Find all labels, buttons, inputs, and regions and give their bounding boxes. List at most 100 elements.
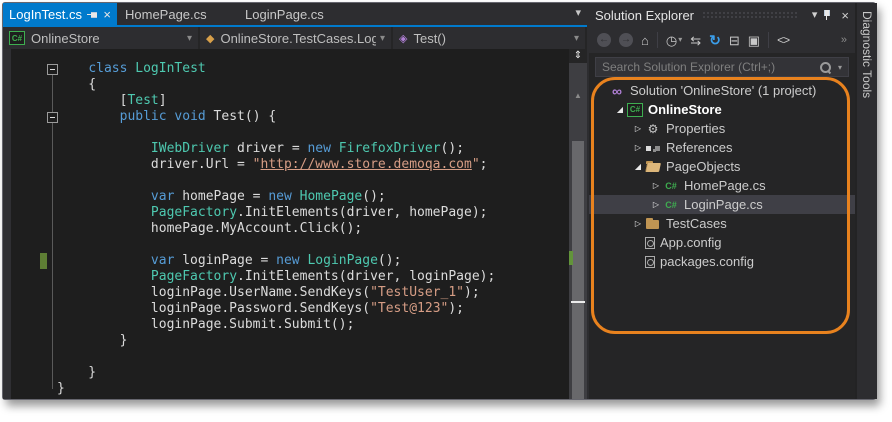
- code-line[interactable]: public void Test() {: [57, 109, 495, 125]
- code-line[interactable]: [57, 237, 495, 253]
- type-dropdown[interactable]: ◆ OnlineStore.TestCases.LogInT ▾: [200, 27, 393, 49]
- code-line[interactable]: [Test]: [57, 93, 495, 109]
- tab-homepage[interactable]: HomePage.cs: [119, 3, 243, 25]
- code-line[interactable]: {: [57, 77, 495, 93]
- panel-title: Solution Explorer: [595, 8, 694, 23]
- chevron-down-icon: ▾: [187, 33, 192, 44]
- code-editor[interactable]: class LogInTest { [Test] public void Tes…: [3, 49, 587, 399]
- solution-icon: ∞: [609, 83, 625, 99]
- code-line[interactable]: }: [57, 381, 495, 397]
- chevron-expanded-icon[interactable]: ◢: [613, 105, 627, 114]
- toolbar-overflow-icon[interactable]: »: [841, 35, 847, 46]
- drag-grip[interactable]: [702, 11, 798, 19]
- tree-item[interactable]: App.config: [589, 233, 855, 252]
- tab-label: HomePage.cs: [125, 7, 207, 22]
- solution-tree: ∞Solution 'OnlineStore' (1 project)◢C#On…: [589, 81, 855, 399]
- tree-item-label: HomePage.cs: [684, 178, 766, 193]
- member-dropdown-label: Test(): [413, 31, 570, 46]
- tree-item[interactable]: ◢ PageObjects: [589, 157, 855, 176]
- view-code-icon[interactable]: <>: [777, 34, 789, 46]
- code-lines[interactable]: class LogInTest { [Test] public void Tes…: [57, 61, 495, 397]
- tree-item-label: Properties: [666, 121, 725, 136]
- references-icon: [645, 140, 661, 156]
- member-dropdown[interactable]: ◈ Test() ▾: [393, 27, 587, 49]
- tree-item[interactable]: ▷C# HomePage.cs: [589, 176, 855, 195]
- chevron-down-icon[interactable]: ▾: [838, 63, 842, 72]
- code-line[interactable]: }: [57, 365, 495, 381]
- back-icon[interactable]: ←: [597, 33, 611, 47]
- pin-icon[interactable]: [86, 9, 98, 19]
- chevron-collapsed-icon[interactable]: ▷: [649, 181, 663, 190]
- code-line[interactable]: [57, 173, 495, 189]
- code-line[interactable]: PageFactory.InitElements(driver, homePag…: [57, 205, 495, 221]
- search-icon[interactable]: [820, 62, 831, 73]
- tree-item-label: OnlineStore: [648, 102, 722, 117]
- tree-item[interactable]: ∞ Solution 'OnlineStore' (1 project): [589, 81, 855, 100]
- sync-with-active-document-icon[interactable]: ⇆: [690, 34, 701, 47]
- chevron-collapsed-icon[interactable]: ▷: [649, 200, 663, 209]
- refresh-icon[interactable]: ↻: [709, 33, 721, 47]
- window-position-icon[interactable]: ▾: [812, 10, 818, 21]
- code-line[interactable]: }: [57, 333, 495, 349]
- toolbar-separator: [768, 32, 769, 48]
- code-line[interactable]: IWebDriver driver = new FirefoxDriver();: [57, 141, 495, 157]
- code-line[interactable]: homePage.MyAccount.Click();: [57, 221, 495, 237]
- code-line[interactable]: var homePage = new HomePage();: [57, 189, 495, 205]
- code-line[interactable]: driver.Url = "http://www.store.demoqa.co…: [57, 157, 495, 173]
- search-input[interactable]: Search Solution Explorer (Ctrl+;) ▾: [595, 57, 849, 77]
- tab-loginpage[interactable]: LoginPage.cs: [239, 3, 360, 25]
- tab-label: LoginPage.cs: [245, 7, 324, 22]
- collapse-all-icon[interactable]: ⊟: [729, 34, 740, 47]
- code-line[interactable]: loginPage.Password.SendKeys("Test@123");: [57, 301, 495, 317]
- close-icon[interactable]: ×: [103, 8, 111, 21]
- method-icon: ◈: [399, 32, 407, 45]
- chevron-down-icon[interactable]: ▾: [575, 6, 581, 19]
- code-line[interactable]: PageFactory.InitElements(driver, loginPa…: [57, 269, 495, 285]
- forward-icon[interactable]: →: [619, 33, 633, 47]
- tree-item-label: Solution 'OnlineStore' (1 project): [630, 83, 816, 98]
- document-tab-bar: LogInTest.cs × HomePage.cs LoginPage.cs …: [3, 3, 587, 25]
- solution-explorer-panel: Solution Explorer ▾ × ← → ⌂ ◷▾ ⇆ ↻ ⊟ ▣ <…: [589, 3, 855, 399]
- close-icon[interactable]: ×: [841, 9, 849, 22]
- breakpoint-margin[interactable]: [3, 49, 11, 399]
- pin-icon[interactable]: [821, 9, 831, 21]
- chevron-collapsed-icon[interactable]: ▷: [631, 219, 645, 228]
- tree-item[interactable]: ◢C#OnlineStore: [589, 100, 855, 119]
- tree-item[interactable]: ▷TestCases: [589, 214, 855, 233]
- chevron-expanded-icon[interactable]: ◢: [631, 162, 645, 171]
- csharp-project-icon: C#: [9, 31, 25, 45]
- tab-logintest[interactable]: LogInTest.cs ×: [3, 3, 117, 25]
- tree-item-label: packages.config: [660, 254, 754, 269]
- scroll-up-icon[interactable]: ▲: [569, 91, 587, 100]
- code-line[interactable]: [57, 349, 495, 365]
- tree-item[interactable]: ▷⚙Properties: [589, 119, 855, 138]
- config-icon: [645, 256, 655, 268]
- tree-item[interactable]: ▷C#LoginPage.cs: [589, 195, 855, 214]
- code-line[interactable]: loginPage.Submit.Submit();: [57, 317, 495, 333]
- folder-icon: [645, 216, 661, 232]
- tree-item[interactable]: ▷References: [589, 138, 855, 157]
- project-dropdown[interactable]: C# OnlineStore ▾: [3, 27, 200, 49]
- solution-explorer-header[interactable]: Solution Explorer ▾ ×: [589, 3, 855, 27]
- change-marker: [569, 251, 573, 265]
- code-line[interactable]: class LogInTest: [57, 61, 495, 77]
- code-line[interactable]: var loginPage = new LoginPage();: [57, 253, 495, 269]
- solution-explorer-toolbar: ← → ⌂ ◷▾ ⇆ ↻ ⊟ ▣ <> »: [589, 27, 855, 53]
- vs-window: LogInTest.cs × HomePage.cs LoginPage.cs …: [2, 2, 876, 400]
- chevron-collapsed-icon[interactable]: ▷: [631, 124, 645, 133]
- csfile-icon: C#: [663, 178, 679, 194]
- tree-item-label: PageObjects: [666, 159, 740, 174]
- editor-scrollbar[interactable]: ⇕ ▲: [569, 49, 587, 399]
- diagnostic-tools-tab[interactable]: Diagnostic Tools: [855, 3, 877, 399]
- chevron-collapsed-icon[interactable]: ▷: [631, 143, 645, 152]
- code-line[interactable]: loginPage.UserName.SendKeys("TestUser_1"…: [57, 285, 495, 301]
- pending-changes-filter-icon[interactable]: ◷▾: [666, 34, 682, 47]
- preview-selected-items-icon[interactable]: ▣: [748, 34, 760, 47]
- config-icon: [645, 237, 655, 249]
- toolbar-separator: [657, 32, 658, 48]
- scrollbar-thumb[interactable]: [572, 141, 584, 399]
- code-line[interactable]: [57, 125, 495, 141]
- tree-item[interactable]: packages.config: [589, 252, 855, 271]
- split-window-icon[interactable]: ⇕: [569, 49, 587, 63]
- home-icon[interactable]: ⌂: [641, 34, 649, 47]
